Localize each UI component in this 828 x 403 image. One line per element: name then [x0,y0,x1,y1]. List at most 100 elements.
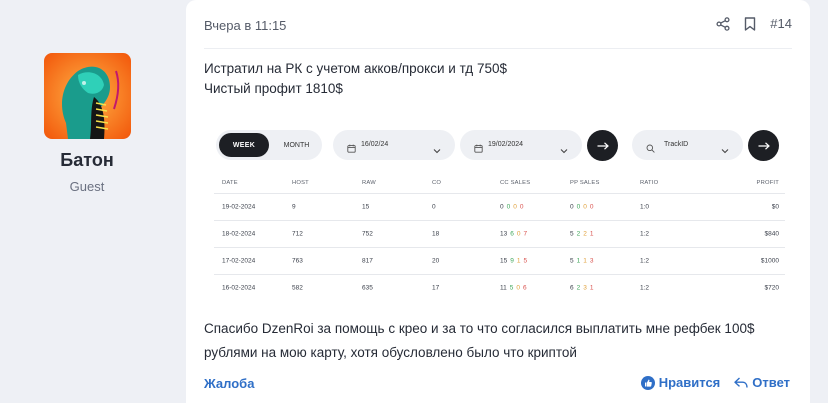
date-from-value: 16/02/24 [361,141,389,148]
cell-host: 712 [292,230,303,238]
pp-sales-value: 1 [576,257,581,265]
like-label: Нравится [658,375,721,390]
pp-sales-value: 1 [583,257,587,265]
table-body: 19-02-2024 9 15 0 0 0 0 0 0 0 0 0 1:0 $0 18-02-2024 712… [214,193,785,301]
cell-profit: $840 [764,230,779,238]
cc-sales-value: 6 [523,284,527,292]
bookmark-icon[interactable] [744,16,756,31]
cell-date: 17-02-2024 [222,257,256,265]
user-panel: Батон Guest [0,0,186,403]
cell-cc-sales: 13 6 0 7 [500,231,530,238]
cell-pp-sales: 5113 [570,258,597,265]
cell-pp-sales: 6231 [570,285,597,292]
stats-table: DATE HOST RAW CO CC SALES PP SALES RATIO… [214,173,785,301]
cell-cc-sales: 15 9 1 5 [500,258,530,265]
chevron-down-icon [433,141,441,159]
apply-search-button[interactable] [748,130,779,161]
column-header: RAW [362,180,376,186]
date-from-field[interactable]: 16/02/24 [333,130,455,160]
cell-raw: 15 [362,203,370,211]
post-date[interactable]: Вчера в 11:15 [204,18,286,33]
cell-ratio: 1:2 [640,230,650,238]
share-icon[interactable] [716,16,730,31]
username[interactable]: Батон [0,150,174,171]
cc-sales-value: 7 [523,230,528,238]
post-text-line-2: Чистый профит 1810$ [204,81,343,96]
post: Вчера в 11:15 #14 Истратил на РК с учето… [186,0,810,403]
apply-dates-button[interactable] [587,130,618,161]
pp-sales-value: 2 [576,284,581,292]
cell-date: 18-02-2024 [222,230,256,238]
cell-ratio: 1:0 [640,203,650,211]
trackid-field[interactable]: TrackID [632,130,743,160]
cc-sales-value: 11 [500,284,507,292]
cell-host: 9 [292,203,296,211]
column-header: CC SALES [500,180,531,186]
cell-date: 19-02-2024 [222,203,256,211]
pp-sales-value: 3 [583,284,587,292]
cell-cc-sales: 11 5 0 6 [500,285,530,292]
cc-sales-value: 9 [510,257,514,265]
post-number[interactable]: #14 [770,16,792,31]
pp-sales-value: 0 [576,203,581,211]
arrow-right-icon [758,141,770,150]
pp-sales-value: 2 [583,230,587,238]
cc-sales-value: 5 [509,284,514,292]
search-icon [646,140,655,158]
date-to-field[interactable]: 19/02/2024 [460,130,582,160]
cell-ratio: 1:2 [640,284,650,292]
avatar[interactable] [44,53,131,139]
date-to-value: 19/02/2024 [488,141,524,148]
pp-sales-value: 1 [589,230,594,238]
arrow-right-icon [597,141,609,150]
stats-screenshot[interactable]: WEEK MONTH 16/02/24 19/02/2024 TrackID D… [204,118,794,301]
table-row: 16-02-2024 582 635 17 11 5 0 6 6 2 3 1 1:2 $720 [214,274,785,301]
month-option[interactable]: MONTH [274,133,319,157]
cell-host: 763 [292,257,303,265]
report-link[interactable]: Жалоба [204,376,254,391]
column-header: CO [432,180,442,186]
reply-label: Ответ [752,375,790,390]
period-toggle[interactable]: WEEK MONTH [216,130,322,160]
cc-sales-value: 0 [516,230,521,238]
pp-sales-value: 0 [583,203,587,211]
cell-pp-sales: 5221 [570,231,597,238]
column-header: PP SALES [570,180,600,186]
user-title: Guest [69,179,105,194]
pp-sales-value: 1 [589,284,594,292]
cell-co: 18 [432,230,440,238]
post-footer-line-1: Спасибо DzenRoi за помощь с крео и за то… [204,321,755,336]
cc-sales-value: 0 [506,203,511,211]
table-row: 18-02-2024 712 752 18 13 6 0 7 5 2 2 1 1:2 $840 [214,220,785,247]
cell-co: 17 [432,284,440,292]
calendar-icon [474,140,483,158]
cc-sales-value: 0 [516,284,520,292]
cc-sales-value: 1 [516,257,521,265]
thumbs-up-icon [640,375,655,390]
pp-sales-value: 3 [589,257,594,265]
column-header: DATE [222,180,238,186]
reply-icon [734,376,748,388]
column-header: RATIO [640,180,659,186]
pp-sales-value: 6 [570,284,574,292]
pp-sales-value: 0 [589,203,594,211]
chevron-down-icon [721,141,729,159]
week-option[interactable]: WEEK [219,133,269,157]
pp-sales-value: 5 [570,257,574,265]
like-button[interactable]: Нравится [640,375,721,390]
calendar-icon [347,140,356,158]
reply-button[interactable]: Ответ [734,375,790,390]
chevron-down-icon [560,141,568,159]
cc-sales-value: 0 [500,203,504,211]
post-actions: Нравится Ответ [640,375,790,390]
post-tools: #14 [716,16,792,31]
cell-profit: $720 [764,284,779,292]
cc-sales-value: 0 [513,203,517,211]
cell-co: 0 [432,203,436,211]
pp-sales-value: 2 [576,230,581,238]
cell-pp-sales: 0000 [570,204,597,211]
table-row: 17-02-2024 763 817 20 15 9 1 5 5 1 1 3 1:2 $1000 [214,247,785,274]
cell-date: 16-02-2024 [222,284,256,292]
cell-raw: 817 [362,257,373,265]
pp-sales-value: 5 [570,230,574,238]
